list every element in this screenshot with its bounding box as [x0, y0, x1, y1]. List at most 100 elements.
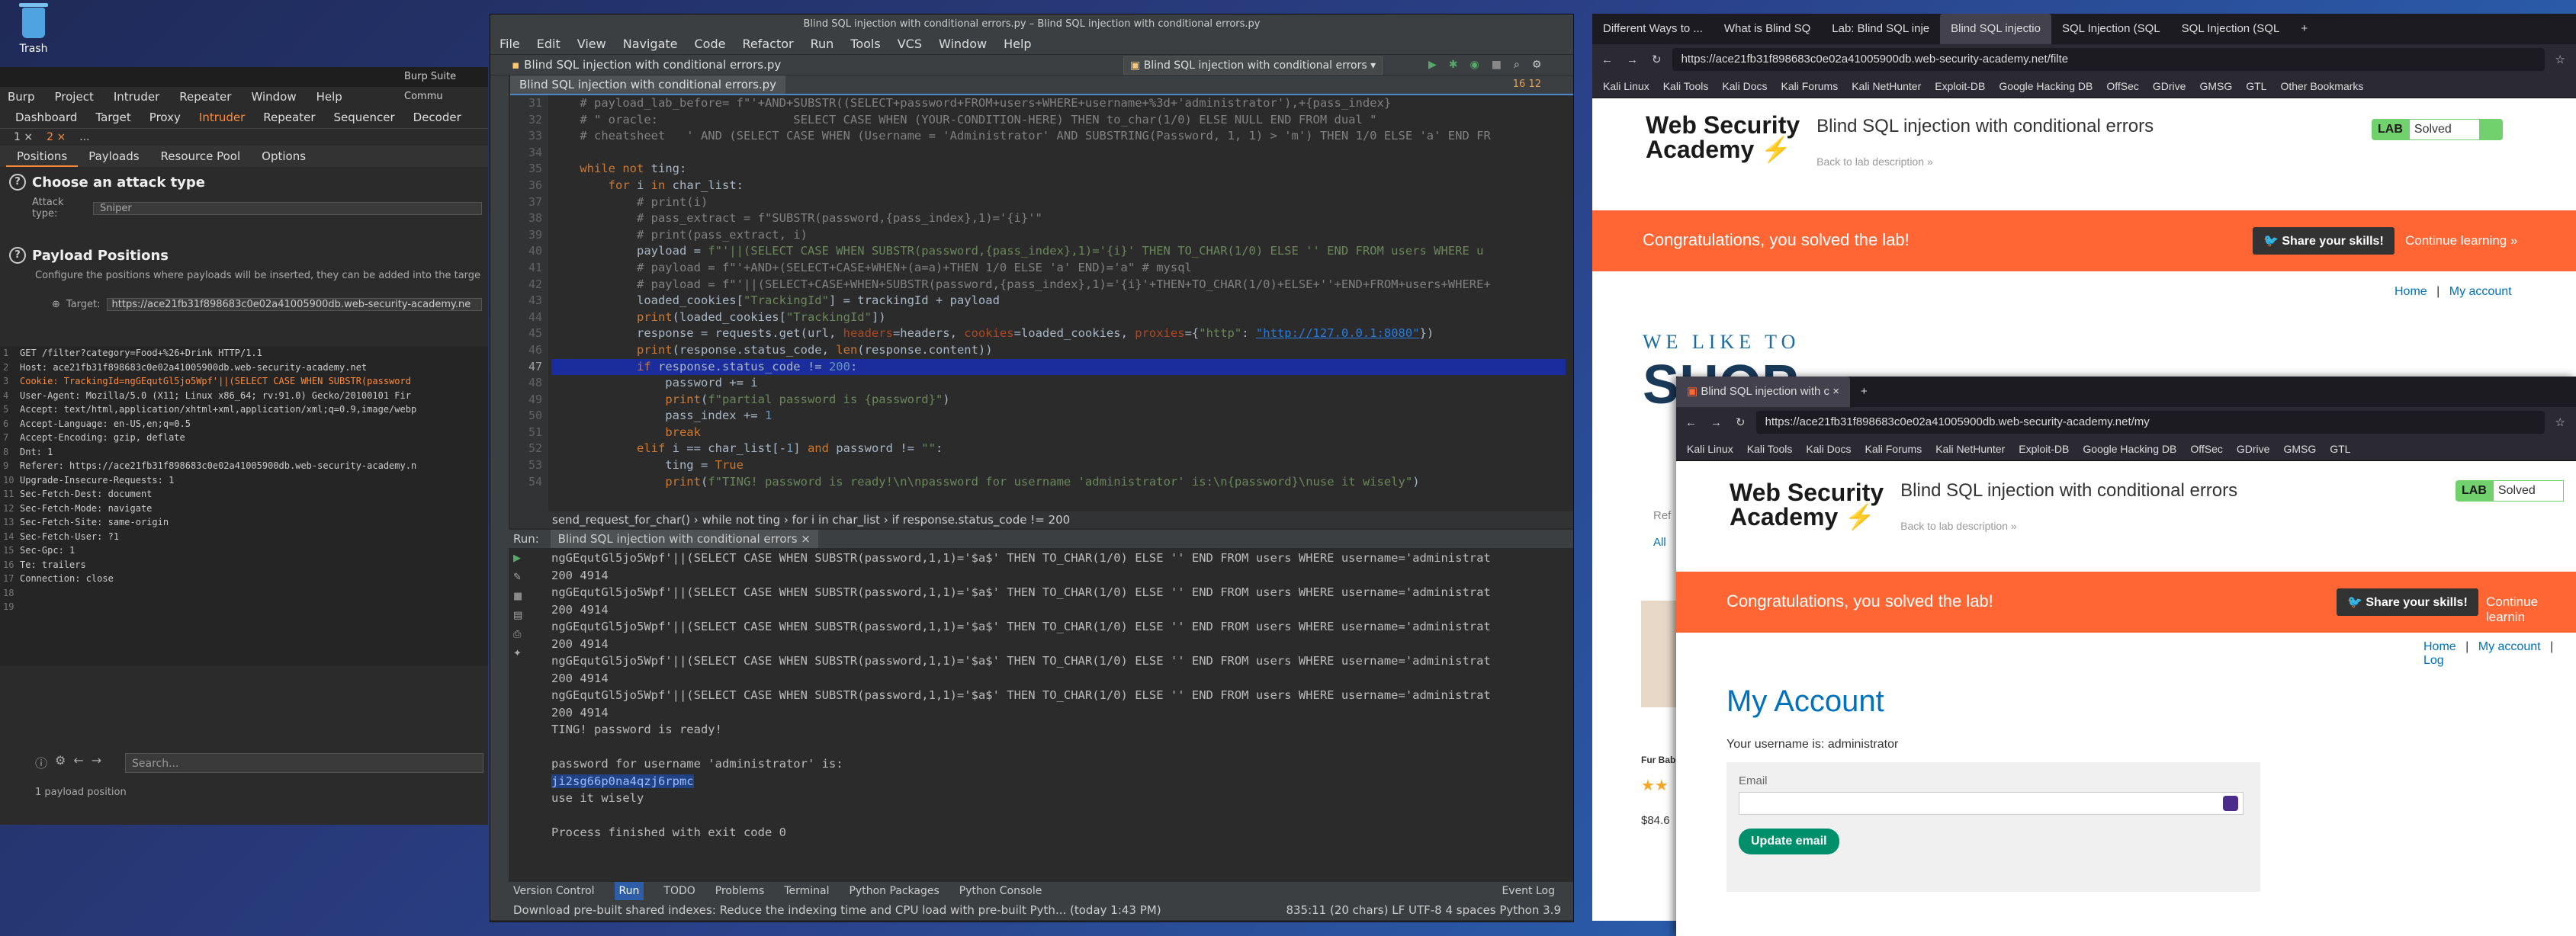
- help-icon[interactable]: ?: [9, 174, 26, 191]
- bookmark-link[interactable]: GTL: [2330, 443, 2350, 455]
- reload-icon[interactable]: ↻: [1736, 415, 1746, 429]
- new-tab-button[interactable]: +: [1850, 377, 1878, 407]
- back-arrow-icon[interactable]: ←: [73, 753, 83, 771]
- wsa-logo[interactable]: Web Security Academy ⚡: [1646, 113, 1800, 168]
- menu-help[interactable]: Help: [1004, 34, 1031, 54]
- bookmark-link[interactable]: Kali NetHunter: [1935, 443, 2005, 455]
- nav-file[interactable]: Blind SQL injection with conditional err…: [524, 55, 781, 75]
- forward-arrow-icon[interactable]: →: [92, 753, 101, 771]
- attack-tab-2[interactable]: 2 ×: [47, 129, 66, 146]
- run-icon[interactable]: ▶: [1428, 55, 1437, 75]
- category-all[interactable]: All: [1653, 536, 1666, 549]
- bookmark-link[interactable]: Kali Tools: [1747, 443, 1793, 455]
- status-right[interactable]: 835:11 (20 chars) LF UTF-8 4 spaces Pyth…: [1286, 900, 1561, 920]
- back-to-lab-link[interactable]: Back to lab description »: [1816, 155, 2154, 168]
- help-icon[interactable]: ?: [9, 247, 26, 264]
- my-account-link[interactable]: My account: [2449, 285, 2512, 298]
- tool-terminal[interactable]: Terminal: [784, 882, 829, 900]
- tab-dashboard[interactable]: Dashboard: [6, 107, 86, 128]
- run-console[interactable]: ngGEqutGl5jo5Wpf'||(SELECT CASE WHEN SUB…: [551, 550, 1566, 897]
- help-icon[interactable]: ⓘ: [35, 753, 47, 771]
- my-account-link[interactable]: My account: [2478, 640, 2541, 653]
- bookmark-star-icon[interactable]: ☆: [2555, 415, 2565, 429]
- wsa-logo[interactable]: Web Security Academy ⚡: [1730, 480, 1884, 532]
- run-tab[interactable]: Blind SQL injection with conditional err…: [550, 530, 818, 548]
- run-config-select[interactable]: ▣ Blind SQL injection with conditional e…: [1123, 56, 1383, 75]
- attack-type-select[interactable]: Sniper: [93, 201, 482, 215]
- product-image[interactable]: [1641, 601, 1679, 707]
- trash-desktop-icon[interactable]: Trash: [11, 3, 56, 69]
- bookmark-link[interactable]: Kali Linux: [1603, 80, 1649, 92]
- tab-repeater[interactable]: Repeater: [254, 107, 324, 128]
- wrench-icon[interactable]: ✎: [513, 572, 522, 583]
- tab-payloads[interactable]: Payloads: [78, 146, 149, 167]
- bookmark-link[interactable]: Exploit-DB: [1935, 80, 1985, 92]
- email-input[interactable]: [1739, 792, 2244, 815]
- browser-tab[interactable]: Different Ways to ...: [1592, 14, 1714, 44]
- bookmark-link[interactable]: GDrive: [2237, 443, 2270, 455]
- tab-resource-pool[interactable]: Resource Pool: [150, 146, 252, 167]
- password-manager-icon[interactable]: [2223, 796, 2238, 811]
- bookmark-star-icon[interactable]: ☆: [2555, 53, 2565, 66]
- forward-icon[interactable]: →: [1627, 53, 1638, 66]
- update-email-button[interactable]: Update email: [1739, 829, 1839, 854]
- bookmark-link[interactable]: GDrive: [2153, 80, 2186, 92]
- menu-navigate[interactable]: Navigate: [623, 34, 678, 54]
- pin-icon[interactable]: ✦: [513, 648, 522, 659]
- debug-icon[interactable]: ✱: [1449, 55, 1458, 75]
- target-input[interactable]: https://ace21fb31f898683c0e02a41005900db…: [106, 298, 482, 311]
- coverage-icon[interactable]: ◉: [1470, 55, 1479, 75]
- tab-options[interactable]: Options: [251, 146, 316, 167]
- gear-icon[interactable]: ⚙: [1532, 55, 1542, 75]
- tab-target[interactable]: Target: [86, 107, 140, 128]
- tab-positions[interactable]: Positions: [6, 146, 79, 167]
- inspection-widget[interactable]: 16 12: [1504, 75, 1550, 94]
- stop-icon[interactable]: ■: [1492, 55, 1502, 75]
- tool-todo[interactable]: TODO: [663, 882, 695, 900]
- search-input[interactable]: Search...: [125, 753, 483, 773]
- tool-version-control[interactable]: Version Control: [513, 882, 595, 900]
- attack-tab-1[interactable]: 1 ×: [14, 129, 33, 146]
- browser-tab-active[interactable]: Blind SQL injectio: [1940, 14, 2051, 44]
- bookmark-link[interactable]: OffSec: [2190, 443, 2223, 455]
- browser-tab[interactable]: SQL Injection (SQL: [2051, 14, 2171, 44]
- menu-burp[interactable]: Burp: [8, 87, 35, 107]
- breadcrumb[interactable]: send_request_for_char() › while not ting…: [510, 511, 1573, 528]
- stop-icon[interactable]: ■: [513, 591, 522, 602]
- new-tab-button[interactable]: +: [2290, 14, 2318, 44]
- home-link[interactable]: Home: [2423, 640, 2456, 653]
- tool-problems[interactable]: Problems: [715, 882, 765, 900]
- bookmark-link[interactable]: Kali NetHunter: [1852, 80, 1921, 92]
- layout-icon[interactable]: ▤: [513, 610, 522, 621]
- code-editor[interactable]: # payload_lab_before= f"'+AND+SUBSTR((SE…: [551, 95, 1566, 511]
- menu-window[interactable]: Window: [939, 34, 987, 54]
- tab-proxy[interactable]: Proxy: [140, 107, 190, 128]
- menu-refactor[interactable]: Refactor: [742, 34, 793, 54]
- bookmark-link[interactable]: Kali Forums: [1781, 80, 1839, 92]
- bookmark-link[interactable]: OffSec: [2106, 80, 2139, 92]
- bookmark-link[interactable]: GMSG: [2283, 443, 2316, 455]
- browser-tab-active[interactable]: ▣ Blind SQL injection with c ×: [1676, 377, 1850, 407]
- tab-intruder[interactable]: Intruder: [190, 107, 254, 128]
- bookmark-link[interactable]: Kali Forums: [1865, 443, 1922, 455]
- continue-learning-link[interactable]: Continue learnin: [2486, 595, 2576, 625]
- menu-vcs[interactable]: VCS: [898, 34, 922, 54]
- rerun-icon[interactable]: ▶: [513, 553, 522, 564]
- menu-run[interactable]: Run: [811, 34, 834, 54]
- back-to-lab-link[interactable]: Back to lab description »: [1900, 520, 2237, 532]
- status-message[interactable]: Download pre-built shared indexes: Reduc…: [513, 903, 1161, 917]
- tab-decoder[interactable]: Decoder: [404, 107, 471, 128]
- settings-icon[interactable]: ⚙: [55, 753, 66, 771]
- editor-tab-active[interactable]: Blind SQL injection with conditional err…: [510, 75, 786, 94]
- menu-help[interactable]: Help: [316, 87, 342, 107]
- address-input[interactable]: https://ace21fb31f898683c0e02a41005900db…: [1672, 48, 2545, 71]
- share-skills-button[interactable]: 🐦 Share your skills!: [2337, 588, 2478, 616]
- menu-repeater[interactable]: Repeater: [179, 87, 231, 107]
- bookmark-link[interactable]: Google Hacking DB: [2083, 443, 2176, 455]
- share-skills-button[interactable]: 🐦 Share your skills!: [2253, 227, 2395, 255]
- tab-sequencer[interactable]: Sequencer: [325, 107, 404, 128]
- tool-python-packages[interactable]: Python Packages: [849, 882, 939, 900]
- menu-project[interactable]: Project: [55, 87, 94, 107]
- tool-event-log[interactable]: Event Log: [1502, 882, 1555, 900]
- bookmark-link[interactable]: Kali Tools: [1663, 80, 1709, 92]
